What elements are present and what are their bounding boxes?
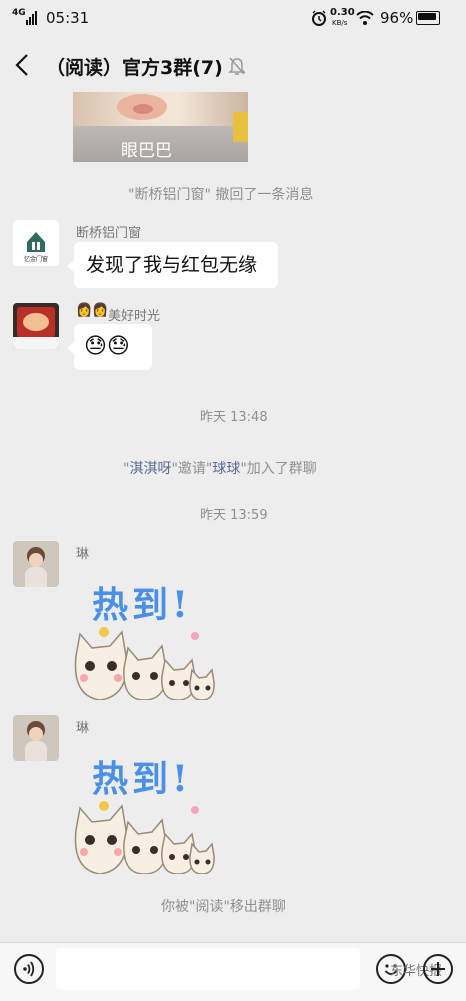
cat-sticker-icon — [74, 627, 215, 700]
invite-notice: "淇淇呀"邀请"球球"加入了群聊 — [123, 461, 317, 477]
sticker-message[interactable]: 热到! — [70, 744, 218, 874]
alarm-icon — [312, 10, 326, 26]
invitee-link[interactable]: 球球 — [212, 461, 240, 477]
image-caption: 眼巴巴 — [121, 141, 172, 161]
cat-sticker-icon — [74, 801, 215, 874]
removed-notice: 你被"阅读"移出群聊 — [161, 899, 286, 915]
inviter-link[interactable]: 淇淇呀 — [129, 461, 171, 477]
sender-name: 美好时光 — [108, 309, 161, 324]
voice-icon — [23, 961, 35, 977]
signal-icon — [26, 11, 37, 25]
chat-title: （阅读）官方3群(7) — [46, 57, 223, 79]
avatar-label: 忆金门窗 — [23, 256, 48, 263]
avatar[interactable] — [13, 715, 59, 761]
net-speed-value: 0.30 — [330, 7, 355, 18]
net-speed-unit: KB/s — [332, 19, 348, 27]
voice-button[interactable] — [14, 954, 44, 984]
sender-name: 断桥铝门窗 — [76, 226, 142, 241]
back-arrow-icon[interactable] — [12, 52, 34, 78]
image-message-photo[interactable]: 眼巴巴 — [73, 92, 248, 162]
timestamp: 昨天 13:59 — [200, 508, 268, 523]
sender-name: 琳 — [76, 547, 90, 562]
sweat-emoji: 😓😓 — [84, 334, 130, 359]
avatar[interactable] — [13, 303, 59, 349]
message-bubble[interactable]: 😓😓 — [74, 324, 152, 370]
avatar[interactable]: 忆金门窗 — [13, 220, 59, 266]
sender-name: 琳 — [76, 721, 90, 736]
plus-icon — [431, 962, 445, 976]
mute-bell-icon — [228, 57, 246, 75]
network-indicator: 4G — [12, 8, 26, 18]
timestamp: 昨天 13:48 — [200, 410, 268, 425]
sticker-message[interactable]: 热到! — [70, 570, 218, 700]
bubble-tail — [67, 342, 74, 354]
clock-time: 05:31 — [46, 9, 90, 27]
sender-name-emoji: 👩👩 — [76, 303, 109, 318]
battery-percent: 96% — [380, 9, 414, 27]
bubble-tail — [67, 260, 74, 272]
more-button[interactable] — [423, 954, 453, 984]
avatar[interactable] — [13, 541, 59, 587]
message-bubble[interactable]: 发现了我与红包无缘 — [74, 242, 278, 288]
message-text: 发现了我与红包无缘 — [86, 254, 258, 276]
wifi-icon — [356, 11, 374, 25]
message-input[interactable] — [56, 948, 360, 990]
status-bar: 4G 05:31 0.30 KB/s 96% — [0, 0, 466, 38]
recall-notice: "断桥铝门窗" 撤回了一条消息 — [128, 187, 314, 203]
battery-icon — [416, 11, 440, 25]
